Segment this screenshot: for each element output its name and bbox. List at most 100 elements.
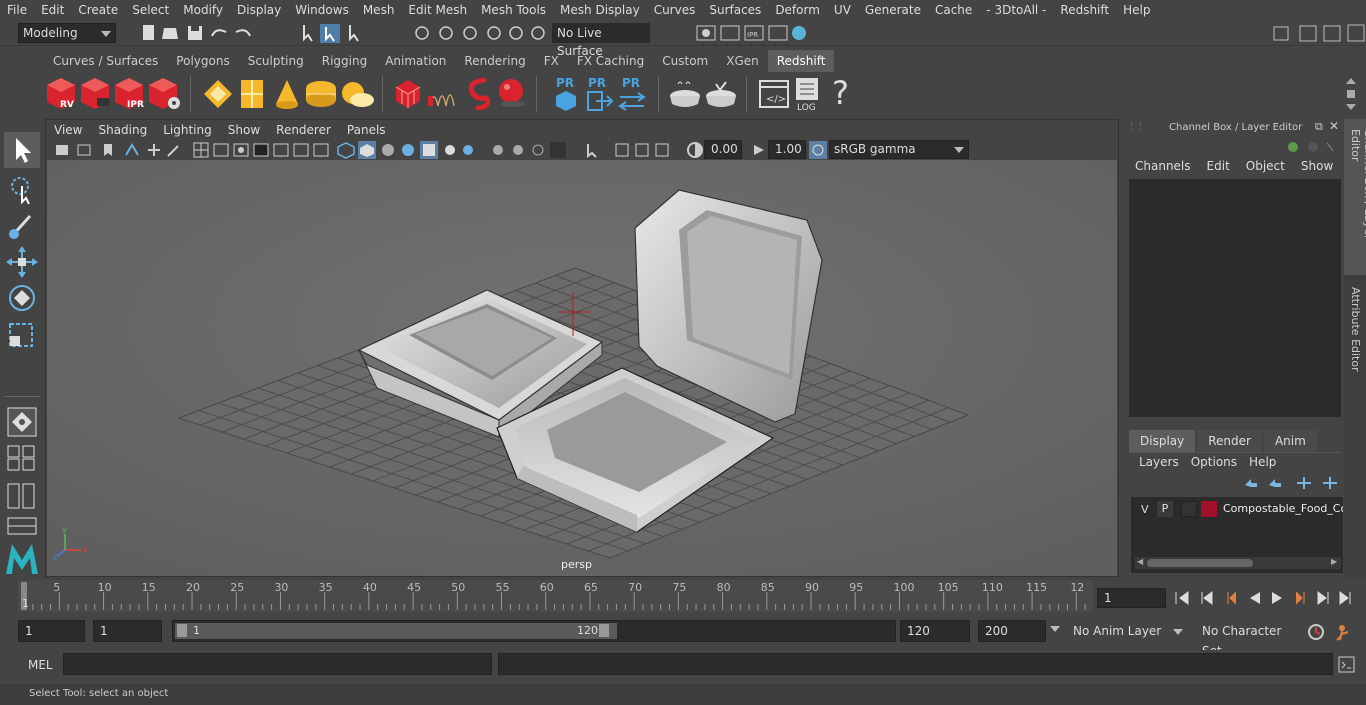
soft-select-icon[interactable] [6,406,38,438]
viewport-menu-shading[interactable]: Shading [90,123,155,137]
workspace-icons[interactable] [1270,23,1366,43]
move-tool-icon[interactable] [4,244,40,280]
menu-mesh-tools[interactable]: Mesh Tools [474,3,553,17]
layer-tab-anim[interactable]: Anim [1263,430,1317,452]
script-editor-icon[interactable] [1338,656,1356,674]
shelf-tab-rigging[interactable]: Rigging [313,50,376,72]
channel-list[interactable] [1129,179,1341,417]
live-surface-field[interactable]: No Live Surface [552,23,650,58]
lasso-tool-icon[interactable] [4,172,40,208]
drag-handle-icon[interactable]: ⋮⋮ [1127,122,1145,132]
layer-menu-help[interactable]: Help [1243,455,1282,469]
gamma-icon[interactable] [750,141,768,159]
redshift-spot-light-icon[interactable] [272,78,302,110]
channel-menu-object[interactable]: Object [1238,159,1293,173]
end-frame-field[interactable]: 200 [978,620,1046,642]
menu-redshift[interactable]: Redshift [1053,3,1116,17]
snap-icons[interactable] [412,23,552,43]
shelf-tab-fx[interactable]: FX [535,50,568,72]
redshift-light-icon[interactable] [202,78,234,110]
shelf-tab-redshift[interactable]: Redshift [767,50,835,72]
side-tab-attribute-editor[interactable]: Attribute Editor [1344,283,1366,373]
redshift-bake-set-icon[interactable] [704,78,738,110]
redshift-pr-export-icon[interactable]: PR [584,75,614,113]
channel-menu-show[interactable]: Show [1293,159,1341,173]
menu-file[interactable]: File [0,3,34,17]
redshift-bake-icon[interactable] [668,78,702,110]
menu-edit[interactable]: Edit [34,3,71,17]
redshift-sphere-icon[interactable] [496,77,528,109]
help-icon[interactable]: ? [832,74,849,112]
colorspace-dropdown[interactable]: sRGB gamma [829,140,969,159]
color-management-icon[interactable] [809,141,827,159]
menu-mesh-display[interactable]: Mesh Display [553,3,647,17]
viewport-menu-panels[interactable]: Panels [339,123,394,137]
viewport-menu-show[interactable]: Show [220,123,268,137]
layer-row[interactable]: V P Compostable_Food_Co [1135,501,1343,519]
redshift-render-sequence-icon[interactable] [79,76,111,112]
layer-color-swatch[interactable] [1201,501,1217,517]
mode-dropdown[interactable]: Modeling [18,23,116,43]
shelf-tab-xgen[interactable]: XGen [717,50,768,72]
menu-create[interactable]: Create [71,3,125,17]
animation-prefs-icon[interactable] [1334,622,1356,642]
menu-display[interactable]: Display [230,3,288,17]
menu-cache[interactable]: Cache [928,3,979,17]
layer-type-toggle[interactable] [1181,501,1197,517]
menu-edit-mesh[interactable]: Edit Mesh [401,3,474,17]
redshift-hair-icon[interactable] [426,78,460,110]
shelf-tab-curves-surfaces[interactable]: Curves / Surfaces [44,50,167,72]
menu-surfaces[interactable]: Surfaces [702,3,768,17]
character-set-dropdown[interactable]: No Character Set [1197,620,1299,658]
redshift-sun-light-icon[interactable] [338,78,374,110]
layer-menu-layers[interactable]: Layers [1133,455,1185,469]
layout-four-view-icon[interactable] [6,444,38,472]
redshift-dome-light-icon[interactable] [304,78,338,110]
channel-menu-edit[interactable]: Edit [1199,159,1238,173]
render-icons[interactable]: IPR [695,23,810,43]
playback-start-field[interactable]: 1 [93,620,162,642]
layer-name[interactable]: Compostable_Food_Co [1223,502,1343,515]
redshift-proxy-icon[interactable] [394,78,422,110]
menu-generate[interactable]: Generate [858,3,928,17]
close-icon[interactable]: ✕ [1329,119,1339,133]
redshift-log-icon[interactable]: LOG [792,76,824,112]
anim-layer-dropdown[interactable]: No Anim Layer [1068,620,1183,642]
paint-select-tool-icon[interactable] [4,208,40,244]
layer-scrollbar[interactable]: ◀ ▶ [1135,557,1341,569]
float-icon[interactable]: ⧉ [1315,120,1323,134]
maya-logo-icon[interactable] [4,540,40,576]
redshift-pr-swap-icon[interactable]: PR [616,75,648,113]
channel-menu-channels[interactable]: Channels [1127,159,1199,173]
shelf-tab-custom[interactable]: Custom [653,50,717,72]
menu-uv[interactable]: UV [827,3,858,17]
playback-controls[interactable] [1172,588,1362,608]
shelf-tab-rendering[interactable]: Rendering [455,50,534,72]
exposure-icon[interactable] [686,141,704,159]
time-slider[interactable]: 5 10 15 20 25 30 35 40 45 50 55 60 65 70 75 80 85 90 95 100… [18,580,1093,612]
menu-deform[interactable]: Deform [768,3,827,17]
exposure-field[interactable]: 0.00 [704,140,742,159]
menu-3dtoall[interactable]: - 3DtoAll - [979,3,1053,17]
playback-end-field[interactable]: 120 [900,620,970,642]
file-icons[interactable] [140,24,260,42]
rotate-tool-icon[interactable] [4,280,40,316]
menu-select[interactable]: Select [125,3,176,17]
shelf-tab-animation[interactable]: Animation [376,50,455,72]
redshift-pr-cube-icon[interactable]: PR [552,75,582,113]
scale-tool-icon[interactable] [4,316,40,352]
redshift-area-light-icon[interactable] [238,78,266,110]
layer-menu-options[interactable]: Options [1185,455,1243,469]
redshift-settings-icon[interactable] [147,76,183,112]
layout-outliner-icon[interactable] [6,516,38,536]
mel-label[interactable]: MEL [28,658,53,672]
selection-mode-icons[interactable] [298,23,368,43]
viewport-tool-icons[interactable] [54,141,684,159]
layout-side-view-icon[interactable] [6,482,38,510]
menu-modify[interactable]: Modify [176,3,230,17]
channel-box-icons[interactable] [1285,139,1335,155]
side-tab-channel-box[interactable]: Channel Box / Layer Editor [1344,119,1366,275]
gamma-field[interactable]: 1.00 [768,140,806,159]
redshift-rv-icon[interactable]: RV [45,76,77,112]
shelf-tab-sculpting[interactable]: Sculpting [239,50,313,72]
